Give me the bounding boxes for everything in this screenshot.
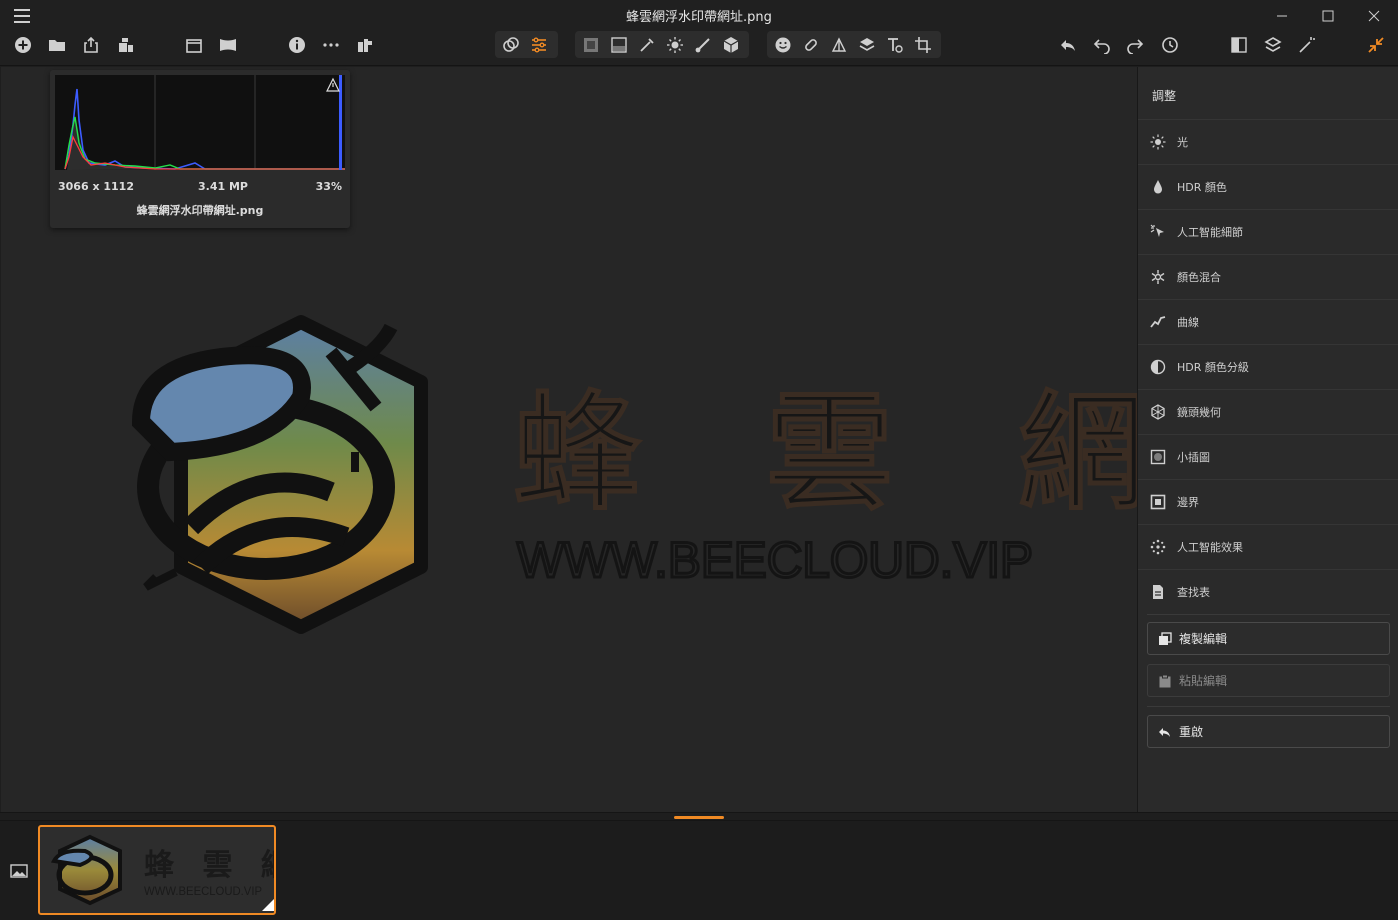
layers-icon[interactable] bbox=[855, 33, 879, 57]
copy-edits-label: 複製編輯 bbox=[1179, 632, 1228, 646]
window-title: 蜂雲網浮水印帶網址.png bbox=[626, 10, 772, 25]
history-icon[interactable] bbox=[1158, 33, 1182, 57]
close-icon[interactable] bbox=[1352, 4, 1396, 28]
minimize-icon[interactable] bbox=[1260, 4, 1304, 28]
eyedropper-icon[interactable] bbox=[635, 33, 659, 57]
splitter-grip[interactable] bbox=[674, 816, 724, 819]
effects-mode-icon[interactable] bbox=[499, 33, 523, 57]
adjust-item-hdr-color[interactable]: HDR 顏色 bbox=[1138, 164, 1398, 209]
reset-button[interactable]: 重啟 bbox=[1147, 715, 1390, 748]
adjust-item-ai-detail[interactable]: 人工智能細節 bbox=[1138, 209, 1398, 254]
info-icon[interactable] bbox=[285, 33, 309, 57]
more-icon[interactable] bbox=[319, 33, 343, 57]
lut-file-icon bbox=[1149, 583, 1167, 601]
adjust-item-curves[interactable]: 曲線 bbox=[1138, 299, 1398, 344]
curve-icon bbox=[1149, 313, 1167, 331]
image-gallery-icon[interactable] bbox=[10, 863, 28, 879]
border-icon bbox=[1149, 493, 1167, 511]
droplet-icon bbox=[1149, 178, 1167, 196]
adjust-item-label: 人工智能效果 bbox=[1177, 541, 1243, 554]
histogram-filename: 蜂雲網浮水印帶網址.png bbox=[136, 204, 264, 217]
batch-export-icon[interactable] bbox=[114, 33, 138, 57]
panel-divider bbox=[1147, 614, 1390, 615]
share-icon[interactable] bbox=[79, 33, 103, 57]
gradient-mask-icon[interactable] bbox=[607, 33, 631, 57]
ai-sparkle-icon bbox=[1149, 223, 1167, 241]
adjustments-panel: 調整 光 HDR 顏色 人工智能細節 顏色混合 曲線 HDR 顏色分級 鏡頭幾何 bbox=[1137, 67, 1398, 812]
copy-icon bbox=[1157, 631, 1173, 647]
adjust-item-label: HDR 顏色 bbox=[1177, 181, 1227, 194]
radial-mask-icon[interactable] bbox=[579, 33, 603, 57]
split-view-icon[interactable] bbox=[1227, 33, 1251, 57]
filmstrip-thumbnail[interactable]: 蜂 雲 網 WWW.BEECLOUD.VIP bbox=[38, 825, 276, 915]
title-toolbar: 蜂雲網浮水印帶網址.png bbox=[0, 0, 1398, 66]
text-tool-icon[interactable] bbox=[883, 33, 907, 57]
face-icon[interactable] bbox=[771, 33, 795, 57]
image-dimensions: 3066 x 1112 bbox=[58, 180, 134, 193]
histogram-plot bbox=[55, 75, 345, 170]
stack-icon[interactable] bbox=[1261, 33, 1285, 57]
adjust-item-label: 顏色混合 bbox=[1177, 271, 1221, 284]
adjust-sliders-icon[interactable] bbox=[527, 33, 551, 57]
brush-icon[interactable] bbox=[691, 33, 715, 57]
histogram-overlay: 3066 x 1112 3.41 MP 33% 蜂雲網浮水印帶網址.png bbox=[50, 70, 350, 228]
adjust-item-label: 人工智能細節 bbox=[1177, 226, 1243, 239]
panel-heading: 調整 bbox=[1152, 89, 1177, 103]
adjust-item-lut[interactable]: 查找表 bbox=[1138, 569, 1398, 614]
panorama-icon[interactable] bbox=[216, 33, 240, 57]
color-mix-icon bbox=[1149, 268, 1167, 286]
adjust-item-label: 小插圖 bbox=[1177, 451, 1210, 464]
adjustment-list: 光 HDR 顏色 人工智能細節 顏色混合 曲線 HDR 顏色分級 鏡頭幾何 小插… bbox=[1138, 119, 1398, 614]
adjust-item-label: 曲線 bbox=[1177, 316, 1199, 329]
filmstrip-splitter[interactable] bbox=[0, 812, 1398, 821]
adjust-item-color-mix[interactable]: 顏色混合 bbox=[1138, 254, 1398, 299]
adjust-item-border[interactable]: 邊界 bbox=[1138, 479, 1398, 524]
light-tool-icon[interactable] bbox=[663, 33, 687, 57]
adjust-item-label: 光 bbox=[1177, 136, 1188, 149]
adjust-item-ai-effects[interactable]: 人工智能效果 bbox=[1138, 524, 1398, 569]
window-mode-icon[interactable] bbox=[182, 33, 206, 57]
nodes-icon[interactable] bbox=[827, 33, 851, 57]
adjust-item-lens-geometry[interactable]: 鏡頭幾何 bbox=[1138, 389, 1398, 434]
redo-icon[interactable] bbox=[1123, 33, 1147, 57]
adjust-item-label: 邊界 bbox=[1177, 496, 1199, 509]
collapse-icon[interactable] bbox=[1364, 33, 1388, 57]
maximize-icon[interactable] bbox=[1306, 4, 1350, 28]
image-megapixels: 3.41 MP bbox=[198, 180, 248, 193]
panel-divider bbox=[1147, 706, 1390, 707]
adjust-item-hdr-grading[interactable]: HDR 顏色分級 bbox=[1138, 344, 1398, 389]
undo-icon[interactable] bbox=[1090, 33, 1114, 57]
zoom-level: 33% bbox=[315, 180, 342, 193]
object-icon[interactable] bbox=[719, 33, 743, 57]
sun-icon bbox=[1149, 133, 1167, 151]
adjust-item-label: 鏡頭幾何 bbox=[1177, 406, 1221, 419]
watermark-chinese: 蜂 雲 網 bbox=[513, 379, 1137, 528]
compare-icon[interactable] bbox=[353, 33, 377, 57]
lens-geometry-icon bbox=[1149, 403, 1167, 421]
paste-edits-button[interactable]: 粘貼編輯 bbox=[1147, 664, 1390, 697]
reset-arrow-icon bbox=[1157, 724, 1173, 740]
adjust-item-vignette[interactable]: 小插圖 bbox=[1138, 434, 1398, 479]
copy-edits-button[interactable]: 複製編輯 bbox=[1147, 622, 1390, 655]
paste-edits-label: 粘貼編輯 bbox=[1179, 674, 1228, 688]
thumbnail-url: WWW.BEECLOUD.VIP bbox=[144, 884, 262, 898]
vignette-icon bbox=[1149, 448, 1167, 466]
adjust-item-light[interactable]: 光 bbox=[1138, 119, 1398, 164]
ai-effects-icon bbox=[1149, 538, 1167, 556]
ai-magic-wand-icon[interactable] bbox=[1295, 33, 1319, 57]
adjust-item-label: 查找表 bbox=[1177, 586, 1210, 599]
color-grading-icon bbox=[1149, 358, 1167, 376]
thumbnail-chinese: 蜂 雲 網 bbox=[144, 848, 274, 883]
bandage-icon[interactable] bbox=[799, 33, 823, 57]
clipboard-icon bbox=[1157, 673, 1173, 689]
add-icon[interactable] bbox=[11, 33, 35, 57]
filmstrip: 蜂 雲 網 WWW.BEECLOUD.VIP bbox=[0, 821, 1398, 920]
adjust-item-label: HDR 顏色分級 bbox=[1177, 361, 1249, 374]
reset-label: 重啟 bbox=[1179, 725, 1204, 739]
crop-icon[interactable] bbox=[911, 33, 935, 57]
undo-all-icon[interactable] bbox=[1056, 33, 1080, 57]
folder-icon[interactable] bbox=[45, 33, 69, 57]
image-canvas[interactable]: 蜂 雲 網 WWW.BEECLOUD.VIP 3066 x 1112 3.41 … bbox=[1, 67, 1137, 812]
watermark-url: WWW.BEECLOUD.VIP bbox=[517, 532, 1033, 588]
